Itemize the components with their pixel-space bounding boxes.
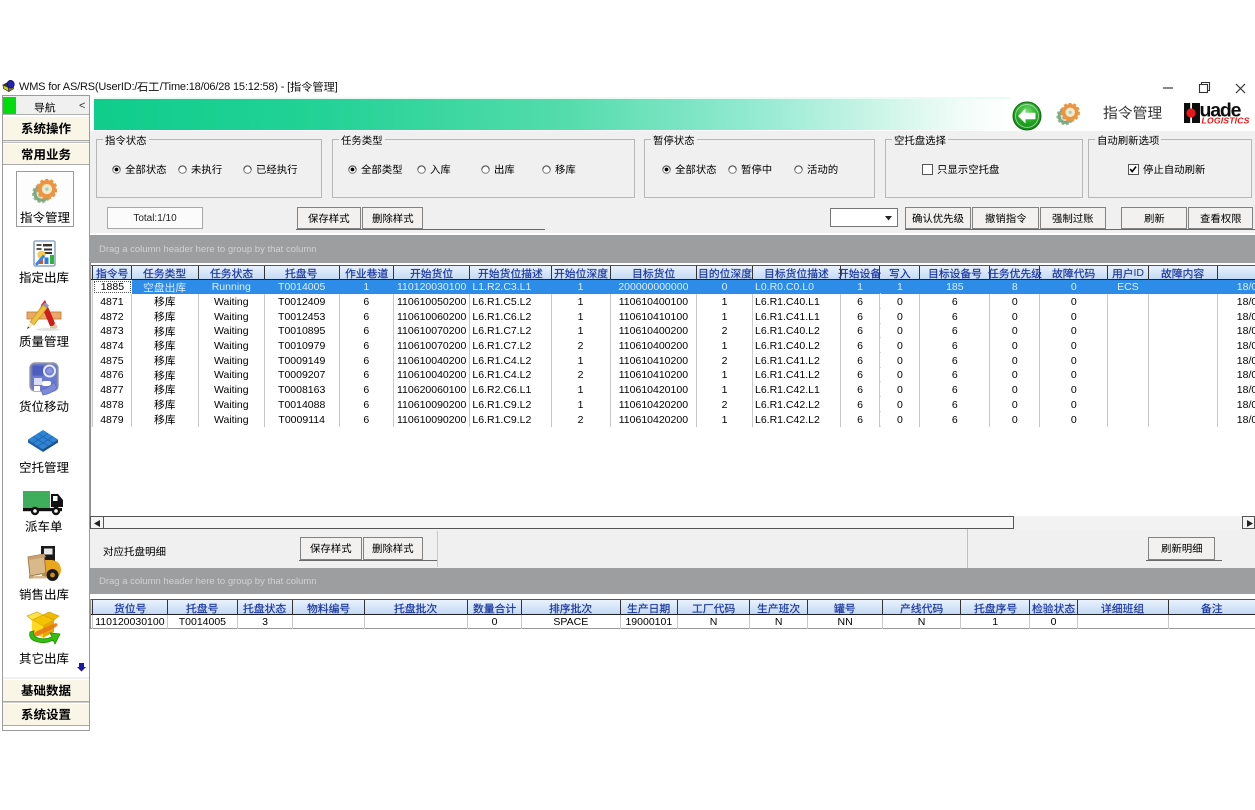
svg-text:LOGISTICS: LOGISTICS [1202, 116, 1250, 126]
